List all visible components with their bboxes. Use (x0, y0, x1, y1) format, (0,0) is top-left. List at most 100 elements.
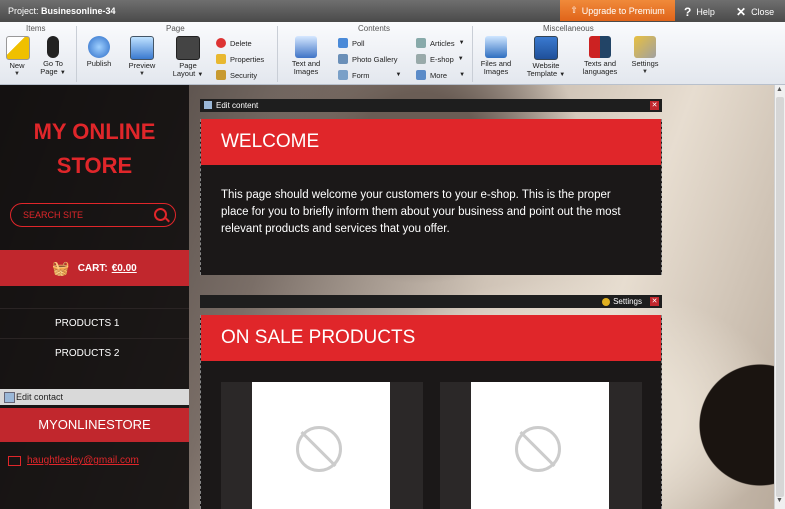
close-icon: ✕ (736, 5, 747, 19)
properties-button[interactable]: Properties (216, 54, 264, 64)
chevron-down-icon: ▼ (139, 71, 145, 77)
help-button[interactable]: ? Help (684, 5, 715, 19)
template-icon (534, 36, 558, 60)
welcome-text: This page should welcome your customers … (221, 189, 621, 235)
chevron-down-icon: ▼ (59, 70, 66, 76)
eshop-button[interactable]: E-shop ▼ (416, 54, 464, 64)
close-button[interactable]: ✕ Close (736, 5, 774, 19)
product-card[interactable] (221, 382, 423, 509)
edit-icon (4, 392, 15, 403)
group-label-page: Page (166, 24, 185, 33)
search-icon[interactable] (154, 208, 167, 221)
project-title: Project: Businesonline-34 (8, 6, 116, 16)
wrench-icon (634, 36, 656, 58)
chevron-down-icon: ▼ (458, 40, 465, 46)
cart-button[interactable]: 🧺 CART: €0.00 (0, 250, 189, 286)
sidebar: MY ONLINE STORE SEARCH SITE 🧺 CART: €0.0… (0, 85, 189, 509)
cart-total: €0.00 (111, 262, 137, 274)
group-label-misc: Miscellaneous (543, 24, 594, 33)
nav-item-products-1[interactable]: PRODUCTS 1 (0, 308, 189, 337)
flags-icon (589, 36, 611, 58)
cart-icon (416, 54, 426, 64)
project-name: Businesonline-34 (41, 6, 116, 16)
edit-content-bar[interactable]: Edit content ✕ (200, 99, 662, 112)
new-button[interactable]: New ▼ (6, 36, 30, 78)
delete-icon (216, 38, 226, 48)
delete-button[interactable]: Delete (216, 38, 252, 48)
properties-icon (216, 54, 226, 64)
nav-item-products-2[interactable]: PRODUCTS 2 (0, 338, 189, 367)
chevron-down-icon: ▼ (459, 72, 466, 78)
more-icon (416, 70, 426, 80)
chevron-down-icon: ▼ (14, 71, 20, 77)
group-separator (277, 26, 278, 82)
photo-gallery-button[interactable]: Photo Gallery (338, 54, 397, 64)
new-page-icon (6, 36, 30, 60)
more-button[interactable]: More ▼ (416, 70, 465, 80)
toolbar-ribbon: Items Page Contents Miscellaneous New ▼ G… (0, 22, 785, 85)
group-separator (472, 26, 473, 82)
chevron-down-icon: ▼ (395, 72, 402, 78)
page-preview: MY ONLINE STORE SEARCH SITE 🧺 CART: €0.0… (0, 85, 774, 509)
group-label-items: Items (26, 24, 46, 33)
no-image-icon (296, 426, 342, 472)
goto-page-icon (47, 36, 59, 58)
gallery-icon (338, 54, 348, 64)
email-link[interactable]: haughtlesley@gmail.com (8, 455, 139, 466)
basket-icon: 🧺 (52, 259, 70, 276)
files-icon (485, 36, 507, 58)
chevron-down-icon: ▼ (457, 56, 464, 62)
gear-icon (602, 297, 611, 306)
publish-icon (88, 36, 110, 58)
publish-button[interactable]: Publish (84, 36, 114, 68)
title-bar: Project: Businesonline-34 ⇧ Upgrade to P… (0, 0, 785, 22)
files-images-button[interactable]: Files and Images (478, 36, 514, 76)
security-button[interactable]: Security (216, 70, 257, 80)
website-template-button[interactable]: Website Template ▼ (524, 36, 568, 79)
contact-title: MYONLINESTORE (0, 408, 189, 442)
close-icon[interactable]: ✕ (650, 297, 659, 306)
vertical-scrollbar[interactable]: ▲ ▼ (774, 85, 785, 509)
search-input[interactable]: SEARCH SITE (10, 203, 176, 227)
group-label-contents: Contents (358, 24, 391, 33)
scrollbar-thumb[interactable] (776, 97, 784, 497)
product-image[interactable] (252, 382, 390, 509)
envelope-icon (8, 455, 21, 466)
settings-bar[interactable]: Settings ✕ (200, 295, 662, 308)
product-image[interactable] (471, 382, 609, 509)
upgrade-premium-button[interactable]: ⇧ Upgrade to Premium (560, 0, 675, 21)
chevron-down-icon: ▼ (559, 72, 566, 78)
scroll-down-icon[interactable]: ▼ (776, 497, 783, 504)
upgrade-icon: ⇧ (570, 5, 578, 15)
page-layout-button[interactable]: Page Layout ▼ (170, 36, 206, 79)
preview-button[interactable]: Preview ▼ (126, 36, 158, 78)
settings-button[interactable]: Settings ▼ (628, 36, 662, 76)
text-images-button[interactable]: Text and Images (287, 36, 325, 76)
on-sale-heading: ON SALE PRODUCTS (201, 315, 661, 361)
layout-icon (176, 36, 200, 60)
articles-icon (416, 38, 426, 48)
articles-button[interactable]: Articles ▼ (416, 38, 465, 48)
welcome-heading: WELCOME (201, 119, 661, 165)
welcome-block[interactable]: WELCOME This page should welcome your cu… (200, 119, 662, 275)
monitor-icon (130, 36, 154, 60)
poll-icon (338, 38, 348, 48)
store-logo[interactable]: MY ONLINE STORE (0, 115, 189, 183)
scroll-up-icon[interactable]: ▲ (776, 86, 783, 93)
group-separator (76, 26, 77, 82)
goto-page-button[interactable]: Go To Page ▼ (38, 36, 68, 77)
form-button[interactable]: Form ▼ (338, 70, 401, 80)
form-icon (338, 70, 348, 80)
no-image-icon (515, 426, 561, 472)
chevron-down-icon: ▼ (197, 72, 204, 78)
close-icon[interactable]: ✕ (650, 101, 659, 110)
texts-languages-button[interactable]: Texts and languages (578, 36, 622, 76)
product-card[interactable] (440, 382, 642, 509)
help-icon: ? (684, 5, 692, 19)
edit-icon (204, 101, 212, 109)
chevron-down-icon: ▼ (642, 69, 648, 75)
lock-icon (216, 70, 226, 80)
text-images-icon (295, 36, 317, 58)
poll-button[interactable]: Poll (338, 38, 365, 48)
edit-contact-bar[interactable]: Edit contact (0, 389, 189, 405)
